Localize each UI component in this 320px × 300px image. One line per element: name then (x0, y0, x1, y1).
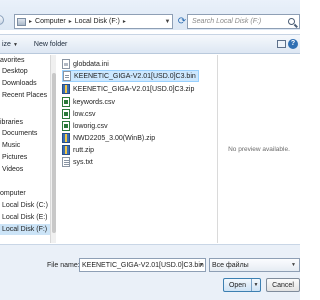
chevron-down-icon[interactable]: ▼ (291, 262, 296, 268)
nav-item-documents[interactable]: Documents (2, 128, 37, 139)
cancel-button[interactable]: Cancel (266, 278, 300, 292)
list-item[interactable]: rutt.zip (62, 144, 94, 156)
open-dropdown-icon[interactable]: ▼ (251, 279, 260, 291)
file-name: keywords.csv (73, 98, 116, 106)
navigation-scrollbar[interactable] (50, 55, 56, 243)
nav-group-computer[interactable]: omputer (0, 188, 26, 199)
address-bar[interactable]: ▸ Computer ▸ Local Disk (F:) ▸ ▼ (14, 14, 173, 29)
nav-item-local-disk-e[interactable]: Local Disk (E:) (2, 212, 48, 223)
chevron-right-icon[interactable]: ▸ (29, 18, 32, 25)
file-type-value: Все файлы (212, 261, 249, 269)
nav-item-pictures[interactable]: Pictures (2, 152, 27, 163)
csv-file-icon (62, 121, 70, 131)
list-item[interactable]: NWD2205_3.00(WinB).zip (62, 132, 155, 144)
no-preview-text: No preview available. (228, 145, 290, 153)
scrollbar-thumb[interactable] (52, 73, 56, 233)
search-icon[interactable] (288, 18, 295, 25)
nav-item-recent-places[interactable]: Recent Places (2, 90, 47, 101)
organize-label: ize (2, 40, 11, 48)
list-item-selected[interactable]: KEENETIC_GIGA-V2.01[USD.0]C3.bin (62, 70, 199, 82)
chevron-right-icon[interactable]: ▸ (69, 18, 72, 25)
open-label: Open (228, 281, 247, 289)
csv-file-icon (62, 109, 70, 119)
nav-item-local-disk-f[interactable]: Local Disk (F:) (0, 224, 50, 235)
file-name: sys.txt (73, 158, 93, 166)
file-list: globdata.ini KEENETIC_GIGA-V2.01[USD.0]C… (57, 55, 217, 243)
file-name: KEENETIC_GIGA-V2.01[USD.0]C3.bin (74, 72, 196, 80)
navigation-pane: avorites Desktop Downloads Recent Places… (0, 55, 50, 243)
list-item[interactable]: sys.txt (62, 156, 93, 168)
new-folder-button[interactable]: New folder (34, 41, 67, 48)
file-name: low.csv (73, 110, 96, 118)
address-bar-row: ▸ Computer ▸ Local Disk (F:) ▸ ▼ ⟳ Searc… (0, 0, 300, 30)
preview-pane: No preview available. (218, 55, 300, 243)
file-name-value: KEENETIC_GIGA-V2.01[USD.0]C3.bin (82, 261, 204, 269)
file-name-input[interactable]: KEENETIC_GIGA-V2.01[USD.0]C3.bin ▼ (79, 258, 206, 272)
zip-file-icon (62, 84, 70, 94)
list-item[interactable]: globdata.ini (62, 58, 109, 70)
nav-item-local-disk-c[interactable]: Local Disk (C:) (2, 200, 48, 211)
zip-file-icon (62, 145, 70, 155)
file-name: globdata.ini (73, 60, 109, 68)
view-options-icon[interactable] (277, 40, 286, 48)
nav-item-music[interactable]: Music (2, 140, 20, 151)
list-item[interactable]: keywords.csv (62, 96, 115, 108)
help-icon[interactable]: ? (288, 39, 298, 49)
nav-group-libraries[interactable]: ibraries (0, 117, 23, 128)
zip-file-icon (62, 133, 70, 143)
nav-group-favorites[interactable]: avorites (0, 55, 25, 66)
nav-item-downloads[interactable]: Downloads (2, 78, 37, 89)
command-toolbar: ize ▼ New folder ? (0, 34, 300, 54)
dialog-footer: File name: KEENETIC_GIGA-V2.01[USD.0]C3.… (0, 244, 300, 300)
address-dropdown-icon[interactable]: ▼ (163, 15, 172, 28)
chevron-down-icon: ▼ (12, 41, 18, 48)
ini-file-icon (62, 59, 70, 69)
chevron-down-icon[interactable]: ▼ (199, 262, 204, 268)
computer-icon (17, 17, 26, 26)
breadcrumb-computer[interactable]: Computer (35, 18, 66, 25)
search-placeholder: Search Local Disk (F:) (192, 18, 262, 25)
csv-file-icon (62, 97, 70, 107)
breadcrumb-local-disk-f[interactable]: Local Disk (F:) (75, 18, 120, 25)
nav-item-desktop[interactable]: Desktop (2, 66, 28, 77)
file-name: KEENETIC_GIGA-V2.01[USD.0]C3.zip (73, 85, 195, 93)
file-name: loworig.csv (73, 122, 108, 130)
file-name: NWD2205_3.00(WinB).zip (73, 134, 156, 142)
file-name: rutt.zip (73, 146, 95, 154)
file-type-select[interactable]: Все файлы ▼ (209, 258, 300, 272)
txt-file-icon (62, 157, 70, 167)
list-item[interactable]: KEENETIC_GIGA-V2.01[USD.0]C3.zip (62, 83, 194, 95)
file-name-label: File name: (47, 262, 80, 269)
nav-item-videos[interactable]: Videos (2, 164, 23, 175)
list-item[interactable]: low.csv (62, 108, 96, 120)
chevron-right-icon[interactable]: ▸ (123, 18, 126, 25)
back-arrow-icon[interactable] (0, 15, 4, 25)
search-input[interactable]: Search Local Disk (F:) (187, 14, 300, 29)
list-item[interactable]: loworig.csv (62, 120, 108, 132)
organize-button[interactable]: ize ▼ (2, 41, 18, 48)
bin-file-icon (63, 71, 71, 81)
open-button[interactable]: Open ▼ (223, 278, 261, 292)
